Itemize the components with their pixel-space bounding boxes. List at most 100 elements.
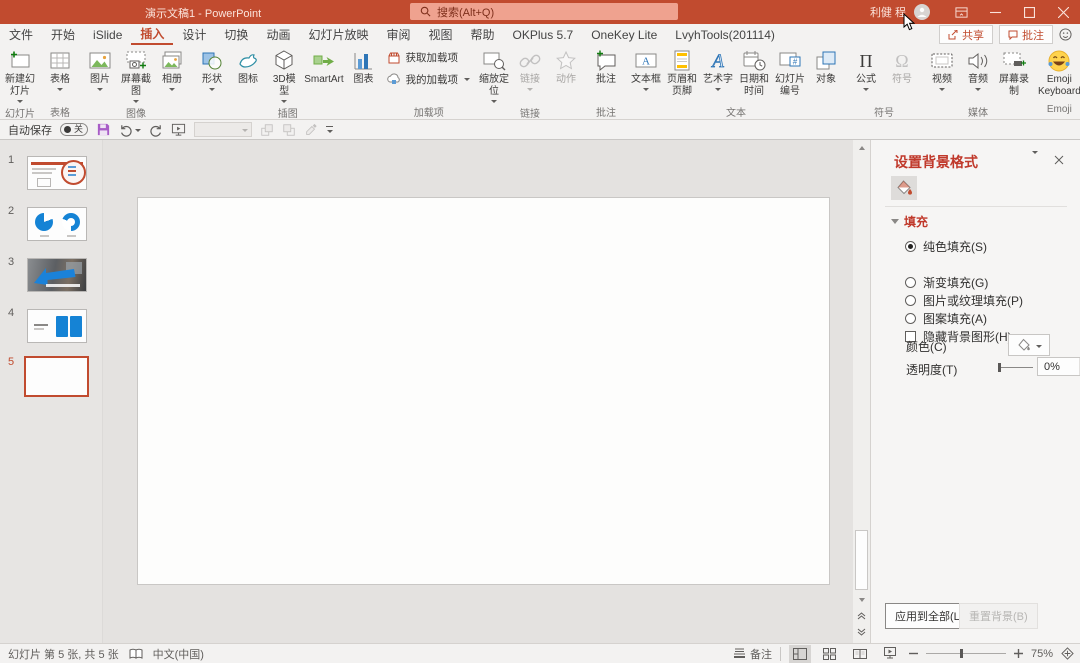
ribbon-display-options-button[interactable] [944,0,978,24]
chart-button[interactable]: 图表 [345,46,381,88]
photo-album-button[interactable]: 相册 [154,46,190,93]
fill-section-header[interactable]: 填充 [891,213,928,230]
tab-review[interactable]: 审阅 [377,24,419,45]
tab-animations[interactable]: 动画 [257,24,299,45]
tab-onekey-lite[interactable]: OneKey Lite [582,24,666,45]
maximize-button[interactable] [1012,0,1046,24]
zoom-out-button[interactable] [908,649,918,658]
table-button[interactable]: 表格 [42,46,78,93]
scrollbar-thumb[interactable] [855,530,868,590]
tab-islide[interactable]: iSlide [84,24,131,45]
slide-thumbnail-1[interactable] [27,156,87,190]
date-time-button[interactable]: 日期和时间 [736,46,772,100]
undo-dropdown-icon[interactable] [135,129,141,132]
avatar[interactable] [914,4,930,20]
screenshot-button[interactable]: 屏幕截图 [118,46,154,105]
share-button[interactable]: 共享 [939,25,993,44]
user-name[interactable]: 利健 程 [870,4,906,20]
qat-overflow-button[interactable] [326,126,333,133]
header-footer-button[interactable]: 页眉和页脚 [664,46,700,100]
panel-close-button[interactable] [1054,154,1064,168]
slideshow-icon [883,647,896,659]
3d-models-button[interactable]: 3D模型 [266,46,302,105]
current-slide[interactable] [137,197,830,585]
minimize-button[interactable] [978,0,1012,24]
tab-okplus[interactable]: OKPlus 5.7 [504,24,583,45]
tab-view[interactable]: 视图 [419,24,461,45]
tab-lvyhtools[interactable]: LvyhTools(201114) [666,24,784,45]
panel-options-dropdown[interactable] [1032,151,1038,168]
slide-number: 4 [8,307,15,319]
tab-insert[interactable]: 插入 [131,24,174,45]
picture-button[interactable]: 图片 [82,46,118,93]
screen-recording-button[interactable]: 屏幕录制 [996,46,1032,100]
autosave-toggle[interactable]: 关 [60,123,88,136]
tab-home[interactable]: 开始 [42,24,84,45]
comments-button[interactable]: 批注 [999,25,1053,44]
close-button[interactable] [1046,0,1080,24]
slide-count-status[interactable]: 幻灯片 第 5 张, 共 5 张 [8,646,119,662]
my-addins-button[interactable]: 我的加载项 [387,72,470,87]
radio-selected-icon [905,241,916,252]
canvas-scrollbar[interactable] [853,140,870,643]
slide-thumbnail-5-selected[interactable] [24,356,89,397]
gradient-fill-option[interactable]: 渐变填充(G) [905,274,988,291]
slide-thumbnail-4[interactable] [27,309,87,343]
tab-file[interactable]: 文件 [0,24,42,45]
zoom-in-button[interactable] [1013,649,1023,658]
object-button[interactable]: 对象 [808,46,844,88]
slide-thumbnail-3[interactable] [27,258,87,292]
scroll-up-button[interactable] [856,142,867,153]
wordart-button[interactable]: A 艺术字 [700,46,736,93]
notes-button[interactable]: 备注 [733,646,772,662]
textbox-button[interactable]: A 文本框 [628,46,664,93]
fill-tab[interactable] [891,176,917,200]
normal-view-button[interactable] [788,644,811,663]
tab-transitions[interactable]: 切换 [215,24,257,45]
smartart-button[interactable]: SmartArt [302,46,345,88]
language-status[interactable]: 中文(中国) [153,646,204,662]
transparency-spinbox[interactable]: 0% [1037,357,1080,376]
previous-slide-button[interactable] [856,610,867,621]
color-dropdown-button[interactable] [1008,334,1050,356]
tab-slideshow[interactable]: 幻灯片放映 [299,24,377,45]
slide-thumbnail-panel: 1 2 3 4 5 [0,140,103,643]
insert-comment-button[interactable]: 批注 [588,46,624,88]
zoom-slider-handle[interactable] [959,649,963,658]
shapes-button[interactable]: 形状 [194,46,230,93]
undo-icon[interactable] [119,123,133,137]
panel-title: 设置背景格式 [894,154,978,170]
slider-handle[interactable] [998,363,1001,372]
icons-button[interactable]: 图标 [230,46,266,88]
scroll-down-button[interactable] [856,594,867,605]
video-button[interactable]: 视频 [924,46,960,93]
reading-view-button[interactable] [849,645,871,663]
group-images: 图片 屏幕截图 相册 图像 [80,45,192,119]
solid-fill-option[interactable]: 纯色填充(S) [905,238,987,255]
zoom-link-button[interactable]: 缩放定位 [476,46,512,105]
next-slide-button[interactable] [856,626,867,637]
search-input[interactable]: 搜索(Alt+Q) [410,3,678,20]
fit-to-window-icon[interactable] [1061,647,1074,660]
slideshow-view-button[interactable] [879,645,901,663]
spellcheck-book-icon[interactable] [129,648,143,660]
feedback-smiley-icon[interactable] [1059,28,1072,41]
tab-help[interactable]: 帮助 [462,24,504,45]
zoom-level[interactable]: 75% [1031,648,1053,660]
emoji-keyboard-button[interactable]: Emoji Keyboard [1036,46,1080,100]
slide-thumbnail-2[interactable] [27,207,87,241]
pattern-fill-option[interactable]: 图案填充(A) [905,310,987,327]
save-icon[interactable] [96,122,111,137]
get-addins-button[interactable]: 获取加载项 [387,50,470,65]
equation-button[interactable]: Π 公式 [848,46,884,93]
tab-design[interactable]: 设计 [173,24,215,45]
redo-icon[interactable] [149,123,163,137]
audio-button[interactable]: 音频 [960,46,996,93]
slide-sorter-view-button[interactable] [819,645,841,663]
zoom-slider[interactable] [925,649,1006,658]
start-slideshow-icon[interactable] [171,122,186,137]
new-slide-button[interactable]: 新建幻灯片 [2,46,38,105]
transparency-slider[interactable] [998,363,1033,372]
slide-number-button[interactable]: # 幻灯片编号 [772,46,808,100]
picture-texture-fill-option[interactable]: 图片或纹理填充(P) [905,292,1023,309]
